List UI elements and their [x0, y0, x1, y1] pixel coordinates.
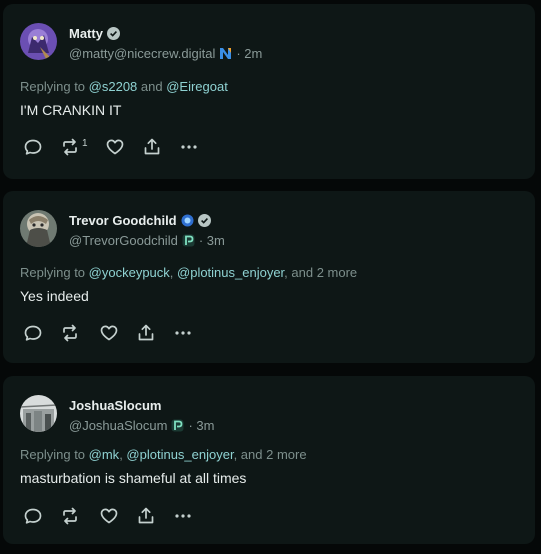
share-button[interactable] — [142, 137, 162, 157]
share-icon — [144, 138, 159, 155]
avatar[interactable] — [20, 395, 57, 432]
replying-to: Replying to @s2208 and @Eiregoat — [20, 79, 228, 94]
p-logo-icon — [182, 234, 195, 247]
handle[interactable]: @matty@nicecrew.digital — [69, 46, 215, 61]
more-button[interactable] — [173, 323, 193, 343]
share-button[interactable] — [136, 506, 156, 526]
heart-icon — [106, 139, 123, 155]
like-button[interactable] — [99, 506, 119, 526]
post-card[interactable]: Matty @matty@nicecrew.digital · 2m Reply… — [3, 4, 535, 179]
more-button[interactable] — [179, 137, 199, 157]
n-logo-icon — [219, 47, 232, 60]
mention-link[interactable]: @s2208 — [89, 79, 138, 94]
mention-link[interactable]: @plotinus_enjoyer — [126, 447, 233, 462]
more-icon — [175, 514, 191, 518]
repost-icon — [63, 324, 77, 342]
post-actions — [23, 323, 193, 343]
post-card[interactable]: Trevor Goodchild @TrevorGoodchild · 3m R… — [3, 191, 535, 363]
timestamp[interactable]: · 2m — [236, 46, 262, 61]
post-body: I'M CRANKIN IT — [20, 102, 122, 118]
post-actions: 1 — [23, 137, 199, 157]
share-button[interactable] — [136, 323, 156, 343]
verified-badge-icon — [197, 214, 211, 227]
timeline-feed: Matty @matty@nicecrew.digital · 2m Reply… — [0, 0, 541, 554]
p-logo-icon — [171, 419, 184, 432]
globe-badge-icon — [181, 214, 194, 227]
reply-joiner: and — [137, 79, 167, 94]
display-name[interactable]: Matty — [69, 26, 120, 41]
share-icon — [138, 324, 154, 341]
reply-prefix: Replying to — [20, 265, 89, 280]
avatar[interactable] — [20, 23, 57, 60]
post-actions — [23, 506, 193, 526]
repost-button[interactable] — [60, 323, 82, 343]
heart-icon — [100, 325, 118, 341]
more-button[interactable] — [173, 506, 193, 526]
reply-prefix: Replying to — [20, 79, 89, 94]
avatar[interactable] — [20, 210, 57, 247]
reply-suffix[interactable]: , and 2 more — [234, 447, 307, 462]
heart-icon — [100, 508, 118, 524]
display-name-text[interactable]: Trevor Goodchild — [69, 213, 177, 228]
post-body: masturbation is shameful at all times — [20, 470, 247, 486]
reply-suffix[interactable]: , and 2 more — [284, 265, 357, 280]
reply-joiner: , — [169, 265, 178, 280]
handle-row: @JoshuaSlocum · 3m — [69, 418, 214, 433]
mention-link[interactable]: @Eiregoat — [166, 79, 228, 94]
mention-link[interactable]: @mk — [89, 447, 120, 462]
like-button[interactable] — [105, 137, 125, 157]
repost-button[interactable]: 1 — [60, 137, 88, 157]
post-body: Yes indeed — [20, 288, 89, 304]
handle[interactable]: @JoshuaSlocum — [69, 418, 167, 433]
repost-count: 1 — [82, 137, 88, 149]
display-name[interactable]: JoshuaSlocum — [69, 398, 161, 413]
mention-link[interactable]: @plotinus_enjoyer — [177, 265, 284, 280]
display-name[interactable]: Trevor Goodchild — [69, 213, 211, 228]
replying-to: Replying to @mk, @plotinus_enjoyer, and … — [20, 447, 307, 462]
timestamp[interactable]: · 3m — [199, 233, 225, 248]
more-icon — [180, 145, 197, 149]
display-name-text[interactable]: Matty — [69, 26, 103, 41]
reply-icon — [24, 139, 42, 155]
timestamp[interactable]: · 3m — [188, 418, 214, 433]
reply-button[interactable] — [23, 323, 43, 343]
display-name-text[interactable]: JoshuaSlocum — [69, 398, 161, 413]
handle-row: @TrevorGoodchild · 3m — [69, 233, 225, 248]
reply-button[interactable] — [23, 137, 43, 157]
handle-row: @matty@nicecrew.digital · 2m — [69, 46, 262, 61]
handle[interactable]: @TrevorGoodchild — [69, 233, 178, 248]
share-icon — [138, 507, 154, 524]
replying-to: Replying to @yockeypuck, @plotinus_enjoy… — [20, 265, 357, 280]
like-button[interactable] — [99, 323, 119, 343]
mention-link[interactable]: @yockeypuck — [89, 265, 170, 280]
reply-button[interactable] — [23, 506, 43, 526]
reply-icon — [24, 325, 42, 341]
repost-icon — [63, 138, 77, 156]
reply-prefix: Replying to — [20, 447, 89, 462]
reply-icon — [24, 508, 42, 524]
post-card[interactable]: JoshuaSlocum @JoshuaSlocum · 3m Replying… — [3, 376, 535, 544]
verified-badge-icon — [106, 27, 120, 40]
repost-icon — [63, 507, 77, 525]
more-icon — [175, 331, 191, 335]
repost-button[interactable] — [60, 506, 82, 526]
